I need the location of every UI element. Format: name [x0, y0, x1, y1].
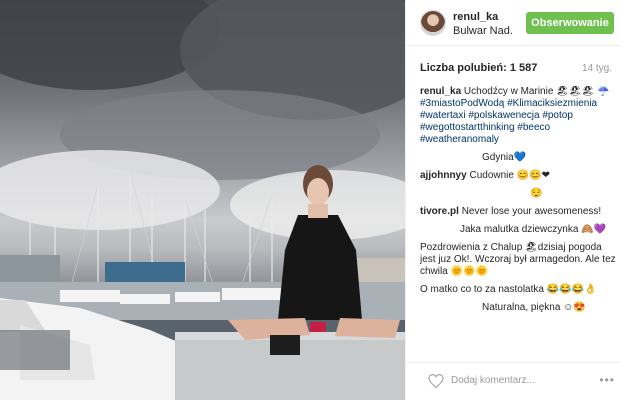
likes-count[interactable]: Liczba polubień: 1 587	[420, 62, 537, 74]
likes-label: Liczba polubień:	[420, 62, 507, 74]
comment-text: O matko co to za nastolatka 😂😂😂👌	[420, 284, 597, 295]
hashtag-link[interactable]: #Klimaciksiezmienia	[507, 98, 597, 109]
post-footer: Dodaj komentarz... •••	[406, 362, 620, 400]
likes-number: 1 587	[509, 62, 538, 74]
marina-scene	[0, 165, 405, 400]
comment-item: 😌	[420, 188, 616, 200]
author-username[interactable]: renul_ka	[453, 11, 498, 23]
hashtag-link[interactable]: #wegottostartthinking	[420, 122, 515, 133]
comment-item: ajjohnnyy Cudownie 😊😊❤	[420, 170, 616, 182]
comment-item: Jaka malutka dziewczynka 🙈💜	[420, 224, 616, 236]
post-photo[interactable]	[0, 0, 405, 400]
comments-list[interactable]: renul_ka Uchodźcy w Marinie 🏖🏖🏖 ☔#3miast…	[420, 86, 616, 358]
post-location[interactable]: Bulwar Nad...	[453, 25, 513, 37]
post-header: renul_ka Bulwar Nad... Obserwowanie	[406, 0, 620, 46]
comment-text: Jaka malutka dziewczynka 🙈💜	[460, 224, 607, 235]
post-caption: renul_ka Uchodźcy w Marinie 🏖🏖🏖 ☔#3miast…	[420, 86, 616, 146]
hashtag-link[interactable]: #potop	[542, 110, 573, 121]
follow-button[interactable]: Obserwowanie	[526, 12, 614, 34]
caption-username[interactable]: renul_ka	[420, 86, 461, 97]
comment-item: O matko co to za nastolatka 😂😂😂👌	[420, 284, 616, 296]
add-comment-input[interactable]: Dodaj komentarz...	[451, 375, 535, 386]
comment-username[interactable]: ajjohnnyy	[420, 170, 467, 181]
comment-text: Cudownie 😊😊❤	[469, 170, 551, 181]
post-time[interactable]: 14 tyg.	[582, 63, 612, 74]
post-sidebar: renul_ka Bulwar Nad... Obserwowanie Licz…	[405, 0, 620, 400]
comment-item: Pozdrowienia z Chalup 🏖dzisiaj pogoda je…	[420, 242, 616, 278]
hashtag-link[interactable]: #beeco	[517, 122, 550, 133]
comment-text: Pozdrowienia z Chalup 🏖dzisiaj pogoda je…	[420, 242, 616, 277]
comment-item: Naturalna, piękna ☺😍	[420, 302, 616, 314]
hashtag-link[interactable]: #weatheranomaly	[420, 134, 499, 145]
hashtag-link[interactable]: #watertaxi	[420, 110, 466, 121]
hashtag-link[interactable]: #polskawenecja	[468, 110, 539, 121]
comment-username[interactable]: tivore.pl	[420, 206, 459, 217]
heart-icon[interactable]	[428, 374, 444, 388]
comment-text: Naturalna, piękna ☺😍	[482, 302, 586, 313]
comment-text: Gdynia💙	[482, 152, 527, 163]
comment-text: Never lose your awesomeness!	[461, 206, 602, 217]
comment-item: tivore.pl Never lose your awesomeness!	[420, 206, 616, 218]
comment-item: Gdynia💙	[420, 152, 616, 164]
comment-text: 😌	[530, 188, 543, 199]
avatar[interactable]	[420, 10, 446, 36]
caption-text: Uchodźcy w Marinie 🏖🏖🏖	[463, 86, 595, 97]
more-options-icon[interactable]: •••	[599, 373, 615, 387]
